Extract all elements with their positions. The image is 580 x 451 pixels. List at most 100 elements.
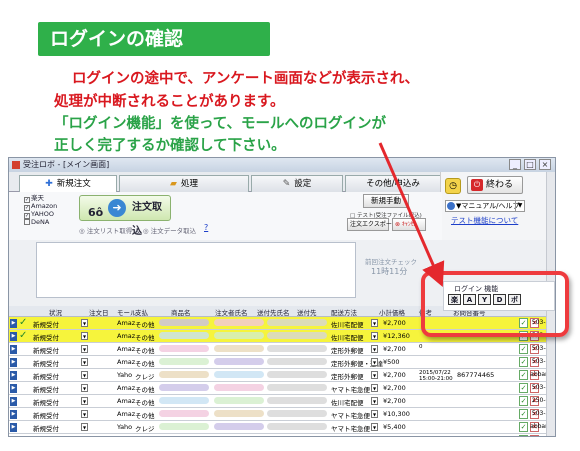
row-status-dropdown[interactable]: ▼ xyxy=(81,384,88,392)
row-status-dropdown[interactable]: ▼ xyxy=(81,358,88,366)
export-orders-button[interactable]: 注文エクスポート xyxy=(347,218,398,231)
row-price: ¥2,700 xyxy=(383,371,406,379)
minimize-button[interactable]: _ xyxy=(509,159,521,170)
redacted-recipient xyxy=(267,436,327,437)
row-play-icon[interactable]: ▶ xyxy=(10,358,17,367)
maximize-button[interactable]: □ xyxy=(524,159,536,170)
table-row[interactable]: ▶ 新規受付 ▼ Amaz その他 定形外郵便 ▼ ¥2,700 0 ✓ ✕ 503-463 xyxy=(9,343,555,356)
row-play-icon[interactable]: ▶ xyxy=(10,410,17,419)
row-status-dropdown[interactable]: ▼ xyxy=(81,371,88,379)
row-confirm-button[interactable]: ✓ xyxy=(519,370,528,380)
row-shipping: ヤマト宅急便 xyxy=(331,386,370,394)
row-price: ¥1,900 xyxy=(383,436,406,437)
row-status-dropdown[interactable]: ▼ xyxy=(81,397,88,405)
redacted-recipient xyxy=(267,410,327,417)
mall-checklist: ✓ 楽天 ✓ Amazon ✓ YAHOO DeNA xyxy=(24,194,68,226)
col-recipient[interactable]: 送付先氏名 xyxy=(257,307,290,317)
table-row[interactable]: ▶ 新規受付 ▼ Amaz その他 定形外郵便・速達 ▼ ¥500 ✓ ✕ 503-127 xyxy=(9,356,555,369)
row-status-dropdown[interactable]: ▼ xyxy=(81,345,88,353)
row-shipping-dropdown[interactable]: ▼ xyxy=(371,423,378,431)
row-status-dropdown[interactable]: ▼ xyxy=(81,319,88,327)
table-row[interactable]: ▶ 新規受付 ▼ Yaho クレジ 定形外郵便 ▼ ¥2,700 2015/07/22 15:0… xyxy=(9,369,555,382)
row-play-icon[interactable]: ▶ xyxy=(10,384,17,393)
row-shipping-dropdown[interactable]: ▼ xyxy=(371,332,378,340)
row-status: 新規受付 xyxy=(33,360,59,368)
tab-new-order[interactable]: ✚ 新規注文 xyxy=(19,175,117,193)
row-note: 2015/07/22 15:00-21:00 xyxy=(419,370,453,382)
row-play-icon[interactable]: ▶ xyxy=(10,332,17,341)
row-play-icon[interactable]: ▶ xyxy=(10,436,17,437)
table-row[interactable]: ▶ 新規受付 ▼ Yaho クレジ ヤマト宅急便 ▼ ¥5,400 ✓ ✕ abbar-10 xyxy=(9,421,555,434)
col-status[interactable]: 状況 xyxy=(49,307,62,317)
cancel-button[interactable]: ⊗ ｷｬﾝｾﾙ xyxy=(392,218,426,231)
row-status: 新規受付 xyxy=(33,399,59,407)
redacted-recipient xyxy=(267,384,327,391)
row-confirm-button[interactable]: ✓ xyxy=(519,344,528,354)
row-shipping-dropdown[interactable]: ▼ xyxy=(371,345,378,353)
row-status: 新規受付 xyxy=(33,425,59,433)
col-destination[interactable]: 送付先 xyxy=(297,307,317,317)
row-shipping-dropdown[interactable]: ▼ xyxy=(371,371,378,379)
row-shipping-dropdown[interactable]: ▼ xyxy=(371,436,378,437)
row-payment: その他 xyxy=(135,399,155,407)
tab-settings[interactable]: ✎ 設定 xyxy=(251,175,343,192)
table-row[interactable]: ▶ 新規受付 ▼ Amaz その他 佐川宅配便 ▼ ¥2,700 ✓ ✕ 250-665 xyxy=(9,395,555,408)
import-orders-button[interactable]: 6ô ➜ 注文取込 xyxy=(79,195,171,237)
clock-icon[interactable]: ◷ xyxy=(445,178,461,194)
tab-other[interactable]: その他/申込み xyxy=(345,175,441,192)
row-payment: クレジ xyxy=(135,373,155,381)
close-window-button[interactable]: × xyxy=(539,159,551,170)
help-question-link[interactable]: ? xyxy=(204,223,208,232)
check-icon: ✓ xyxy=(19,330,28,341)
row-confirm-button[interactable]: ✓ xyxy=(519,409,528,419)
row-status-dropdown[interactable]: ▼ xyxy=(81,436,88,437)
test-feature-link[interactable]: テスト機能について xyxy=(451,215,518,226)
row-shipping: ヤマト宅急便 xyxy=(331,412,370,420)
row-confirm-button[interactable]: ✓ xyxy=(519,435,528,436)
row-play-icon[interactable]: ▶ xyxy=(10,397,17,406)
col-product[interactable]: 商品名 xyxy=(171,307,191,317)
row-shipping-dropdown[interactable]: ▼ xyxy=(371,319,378,327)
row-play-icon[interactable]: ▶ xyxy=(10,423,17,432)
row-status-dropdown[interactable]: ▼ xyxy=(81,332,88,340)
row-play-icon[interactable]: ▶ xyxy=(10,319,17,328)
row-shipping-dropdown[interactable]: ▼ xyxy=(371,410,378,418)
row-play-icon[interactable]: ▶ xyxy=(10,345,17,354)
mall-checkbox-amazon[interactable]: ✓ Amazon xyxy=(24,202,68,211)
table-row[interactable]: ▶ 新規受付 ▼ Amaz その他 ヤマト宅急便 ▼ ¥2,700 ✓ ✕ 503-524 xyxy=(9,382,555,395)
mall-checkbox-rakuten[interactable]: ✓ 楽天 xyxy=(24,194,68,203)
col-orderer[interactable]: 注文者氏名 xyxy=(215,307,248,317)
last-check-label: 前回注文チェック xyxy=(365,258,417,266)
row-shipping-dropdown[interactable]: ▼ xyxy=(371,397,378,405)
col-order-date[interactable]: 注文日 xyxy=(89,307,109,317)
row-confirm-button[interactable]: ✓ xyxy=(519,396,528,406)
table-row[interactable]: ▶ 新規受付 ▼ Amaz その他 ヤマト宅急便 ▼ ¥10,300 ✓ ✕ 503-210 xyxy=(9,408,555,421)
col-subtotal[interactable]: 小計価格 xyxy=(379,307,405,317)
row-confirm-button[interactable]: ✓ xyxy=(519,422,528,432)
new-manual-order-button[interactable]: 新規手動 xyxy=(363,194,409,208)
row-confirm-button[interactable]: ✓ xyxy=(519,357,528,367)
row-confirm-button[interactable]: ✓ xyxy=(519,383,528,393)
import-sub-options[interactable]: ◎ 注文リスト取得 ＆ ◎ 注文データ取込 xyxy=(79,225,196,235)
chevron-down-icon: ▼ xyxy=(515,201,524,211)
mall-checkbox-yahoo[interactable]: ✓ YAHOO xyxy=(24,210,68,219)
slide: ログインの確認 ログインの途中で、アンケート画面などが表示され、 処理が中断され… xyxy=(0,0,580,451)
col-payment[interactable]: 支払 xyxy=(135,307,148,317)
mall-checkbox-dena[interactable]: DeNA xyxy=(24,218,68,226)
col-mall[interactable]: モール xyxy=(117,307,137,317)
row-shipping-dropdown[interactable]: ▼ xyxy=(371,358,378,366)
redacted-product xyxy=(159,436,209,437)
row-shipping-dropdown[interactable]: ▼ xyxy=(371,384,378,392)
row-note: 0 xyxy=(419,344,423,350)
row-status-dropdown[interactable]: ▼ xyxy=(81,423,88,431)
row-price: ¥5,400 xyxy=(383,423,406,431)
row-mall: Amaz xyxy=(117,319,136,327)
row-status-dropdown[interactable]: ▼ xyxy=(81,410,88,418)
manual-help-select[interactable]: ▼マニュアル/ヘルプ ▼ xyxy=(445,200,525,212)
col-shipping[interactable]: 配送方法 xyxy=(331,307,357,317)
quit-button[interactable]: ⏻ 終わる xyxy=(467,176,523,194)
row-shipping: 定形外郵便 xyxy=(331,373,364,381)
table-row[interactable]: ▶新規受付▼Yahoクレジヤマト宅急便▼¥1,900✓✕abbar-10 xyxy=(9,434,555,437)
tab-process[interactable]: ▰ 処理 xyxy=(119,175,249,192)
row-play-icon[interactable]: ▶ xyxy=(10,371,17,380)
